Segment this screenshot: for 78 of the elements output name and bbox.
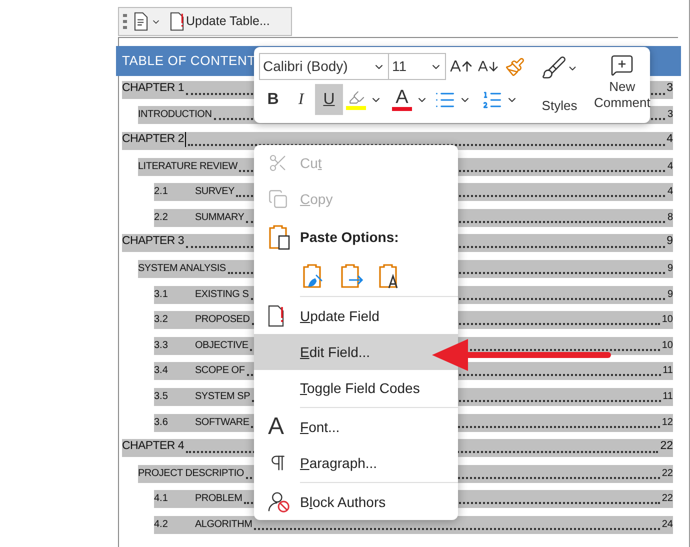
update-table-button[interactable]: Update Table... bbox=[170, 12, 270, 31]
section-number: 2.1 bbox=[154, 185, 169, 200]
section-number: 4.2 bbox=[154, 518, 169, 532]
block-user-icon bbox=[268, 491, 290, 513]
toc-title: CHAPTER 4 bbox=[122, 438, 184, 454]
section-number: 2.2 bbox=[154, 210, 169, 225]
update-field-icon bbox=[170, 12, 184, 31]
menu-item[interactable]: Edit Field... bbox=[254, 334, 458, 370]
copy-icon bbox=[268, 188, 288, 210]
toc-title: CHAPTER 2 bbox=[122, 132, 184, 147]
page-number: 4 bbox=[667, 160, 673, 174]
toc-title: LITERATURE REVIEW bbox=[138, 160, 238, 174]
paste-arrow-icon[interactable] bbox=[340, 263, 364, 289]
section-number: 3.2 bbox=[154, 313, 169, 328]
section-number: 3.1 bbox=[154, 288, 169, 302]
format-painter-icon[interactable] bbox=[505, 56, 525, 76]
format-toggle[interactable]: I bbox=[287, 84, 315, 115]
menu-item[interactable]: Paragraph... bbox=[254, 445, 458, 481]
font-color-button[interactable]: A bbox=[392, 88, 412, 110]
menu-item[interactable]: Block Authors bbox=[254, 484, 458, 520]
toc-title: SYSTEM ANALYSIS bbox=[138, 262, 226, 276]
page-number: 9 bbox=[667, 262, 673, 276]
page-number: 8 bbox=[667, 210, 673, 225]
scissors-icon bbox=[268, 152, 288, 174]
page-number: 10 bbox=[662, 338, 673, 353]
highlight-color-bar bbox=[346, 106, 366, 110]
section-number: 4.1 bbox=[154, 492, 169, 506]
page-number: 24 bbox=[662, 518, 673, 532]
update-field-icon bbox=[268, 305, 284, 327]
page-number: 10 bbox=[662, 313, 673, 328]
toc-title: ALGORITHM bbox=[195, 518, 252, 532]
page-number: 3 bbox=[667, 108, 673, 122]
page-number: 22 bbox=[660, 438, 673, 454]
page-number: 22 bbox=[662, 466, 673, 481]
toc-heading: TABLE OF CONTENT bbox=[122, 52, 256, 70]
page-number: 11 bbox=[662, 364, 673, 378]
page-number: 22 bbox=[662, 492, 673, 506]
font-size-dropdown[interactable]: 11 bbox=[389, 53, 446, 80]
section-number: 3.4 bbox=[154, 364, 169, 378]
new-comment-button[interactable]: New Comment bbox=[594, 53, 650, 117]
page-number: 9 bbox=[666, 234, 673, 250]
toc-title: PROBLEM bbox=[195, 492, 242, 506]
section-number: 3.5 bbox=[154, 390, 169, 404]
toc-title: CHAPTER 1 bbox=[122, 80, 184, 96]
highlighter-icon[interactable] bbox=[348, 89, 364, 106]
page-number: 9 bbox=[667, 288, 673, 302]
toc-title: SOFTWARE bbox=[195, 416, 250, 430]
toc-title: SURVEY bbox=[195, 185, 234, 200]
page-number: 12 bbox=[662, 416, 673, 430]
menu-item[interactable]: Update Field bbox=[254, 298, 458, 334]
brush-icon bbox=[541, 55, 567, 81]
toc-title: INTRODUCTION bbox=[138, 108, 212, 122]
page-number: 4 bbox=[666, 132, 673, 147]
font-name-dropdown[interactable]: Calibri (Body) bbox=[259, 53, 389, 80]
format-toggle[interactable]: B bbox=[259, 84, 287, 115]
toc-title: OBJECTIVE bbox=[195, 338, 248, 353]
page-number: 11 bbox=[662, 390, 673, 404]
format-toggle[interactable]: U bbox=[315, 84, 343, 115]
comment-plus-icon bbox=[610, 53, 634, 77]
toc-title: SUMMARY bbox=[195, 210, 244, 225]
toc-title: SYSTEM SP bbox=[195, 390, 250, 404]
grip-icon[interactable] bbox=[123, 14, 127, 30]
page-number: 3 bbox=[666, 80, 673, 96]
section-number: 3.3 bbox=[154, 338, 169, 353]
toc-title: PROJECT DESCRIPTIO bbox=[138, 466, 244, 481]
toc-title: SCOPE OF bbox=[195, 364, 245, 378]
font-glyph: A bbox=[268, 415, 284, 439]
page-number: 4 bbox=[667, 185, 673, 200]
paste-options-heading: Paste Options: bbox=[300, 228, 399, 247]
toc-title: PROPOSED bbox=[195, 313, 250, 328]
document-icon bbox=[134, 12, 148, 31]
toc-title: EXISTING S bbox=[195, 288, 249, 302]
clipboard-icon bbox=[268, 224, 292, 250]
menu-item[interactable]: A Font... bbox=[254, 409, 458, 445]
styles-button[interactable]: Styles bbox=[541, 53, 578, 117]
menu-item[interactable]: Toggle Field Codes bbox=[254, 370, 458, 406]
toc-title: CHAPTER 3 bbox=[122, 234, 184, 250]
section-number: 3.6 bbox=[154, 416, 169, 430]
